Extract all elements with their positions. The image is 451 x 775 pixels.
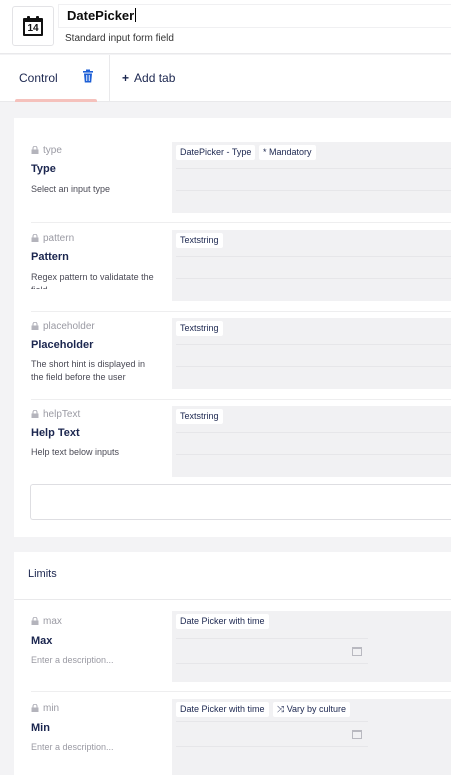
- property-separator: [31, 399, 451, 400]
- divider: [176, 190, 451, 191]
- lock-icon: [31, 410, 39, 418]
- property-description: Enter a description...: [31, 655, 114, 665]
- control-panel: type Type Select an input type DatePicke…: [14, 118, 451, 537]
- description-input[interactable]: Standard input form field: [65, 33, 174, 44]
- calendar-icon[interactable]: [352, 730, 362, 739]
- property-pattern: pattern Pattern Regex pattern to validat…: [14, 224, 451, 312]
- lock-icon: [31, 704, 39, 712]
- calendar-day: 14: [27, 23, 39, 34]
- lock-icon: [31, 617, 39, 625]
- add-tab-button[interactable]: + Add tab: [122, 71, 175, 85]
- property-label: Type: [31, 163, 56, 175]
- alias-text: max: [43, 616, 62, 627]
- property-label: Placeholder: [31, 339, 94, 351]
- alias-text: placeholder: [43, 321, 95, 332]
- property-label: Max: [31, 635, 53, 647]
- property-description: Regex pattern to validatate the field: [31, 272, 154, 289]
- property-editor[interactable]: Date Picker with time ⤨ Vary by culture: [172, 699, 451, 775]
- group-title[interactable]: Limits: [28, 568, 57, 580]
- property-description: Enter a description...: [31, 742, 114, 752]
- property-label: Help Text: [31, 427, 80, 439]
- tab-bar: Control + Add tab: [0, 55, 451, 102]
- vary-label: Vary by culture: [286, 704, 347, 714]
- property-helptext: helpText Help Text Help text below input…: [14, 401, 451, 481]
- property-editor-page: 14 DatePicker Standard input form field …: [0, 0, 451, 775]
- property-editor[interactable]: DatePicker - Type * Mandatory: [172, 142, 451, 213]
- editor-chip[interactable]: Date Picker with time: [176, 614, 269, 629]
- divider: [176, 256, 451, 257]
- property-description: Help text below inputs: [31, 447, 120, 457]
- property-separator: [31, 691, 451, 692]
- divider: [176, 366, 451, 367]
- alias-text: type: [43, 145, 62, 156]
- date-input[interactable]: [176, 638, 368, 664]
- property-label: Min: [31, 722, 50, 734]
- lock-icon: [31, 146, 39, 154]
- calendar-icon[interactable]: [352, 647, 362, 656]
- property-editor[interactable]: Date Picker with time: [172, 611, 451, 682]
- date-input[interactable]: [176, 721, 368, 747]
- property-separator: [31, 311, 451, 312]
- property-placeholder: placeholder Placeholder The short hint i…: [14, 313, 451, 400]
- editor-chip[interactable]: Textstring: [176, 409, 223, 424]
- property-editor[interactable]: Textstring: [172, 318, 451, 389]
- property-alias: placeholder: [31, 321, 95, 332]
- alias-text: helpText: [43, 409, 81, 420]
- name-input[interactable]: DatePicker: [58, 4, 451, 28]
- property-alias: max: [31, 616, 62, 627]
- divider: [176, 432, 451, 433]
- property-type: type Type Select an input type DatePicke…: [14, 136, 451, 223]
- mandatory-chip[interactable]: * Mandatory: [259, 145, 316, 160]
- name-value: DatePicker: [67, 8, 135, 23]
- editor-chip[interactable]: DatePicker - Type: [176, 145, 256, 160]
- property-label: Pattern: [31, 251, 69, 263]
- tab-divider: [109, 55, 110, 102]
- property-separator: [31, 222, 451, 223]
- alias-text: min: [43, 703, 60, 714]
- active-tab-indicator: [15, 99, 97, 102]
- alias-text: pattern: [43, 233, 75, 244]
- add-property-area[interactable]: [30, 484, 451, 520]
- property-max: max Max Enter a description... Date Pick…: [14, 600, 451, 692]
- icon-picker[interactable]: 14: [12, 6, 54, 46]
- header: 14 DatePicker Standard input form field: [0, 0, 451, 54]
- property-description: The short hint is displayed in the field…: [31, 359, 146, 382]
- property-alias: pattern: [31, 233, 74, 244]
- editor-chip[interactable]: Date Picker with time: [176, 702, 269, 717]
- vary-by-culture-chip[interactable]: ⤨ Vary by culture: [273, 702, 351, 717]
- divider: [176, 344, 451, 345]
- lock-icon: [31, 322, 39, 330]
- text-caret: [135, 8, 137, 22]
- editor-chip[interactable]: Textstring: [176, 233, 223, 248]
- shuffle-icon: ⤨: [277, 704, 287, 714]
- divider: [176, 454, 451, 455]
- property-alias: min: [31, 703, 59, 714]
- trash-icon[interactable]: [82, 69, 94, 83]
- plus-icon: +: [122, 71, 130, 85]
- divider: [176, 168, 451, 169]
- property-alias: type: [31, 145, 62, 156]
- editor-chip[interactable]: Textstring: [176, 321, 223, 336]
- calendar-icon: 14: [23, 16, 43, 36]
- property-editor[interactable]: Textstring: [172, 230, 451, 301]
- property-min: min Min Enter a description... Date Pick…: [14, 693, 451, 775]
- property-editor[interactable]: Textstring: [172, 406, 451, 477]
- divider: [176, 278, 451, 279]
- add-tab-label: Add tab: [134, 71, 176, 85]
- tab-control-label: Control: [19, 71, 58, 85]
- property-description: Select an input type: [31, 184, 111, 194]
- limits-panel: Limits max Max Enter a description... Da…: [14, 552, 451, 775]
- lock-icon: [31, 234, 39, 242]
- property-alias: helpText: [31, 409, 80, 420]
- tab-control[interactable]: Control: [15, 55, 97, 102]
